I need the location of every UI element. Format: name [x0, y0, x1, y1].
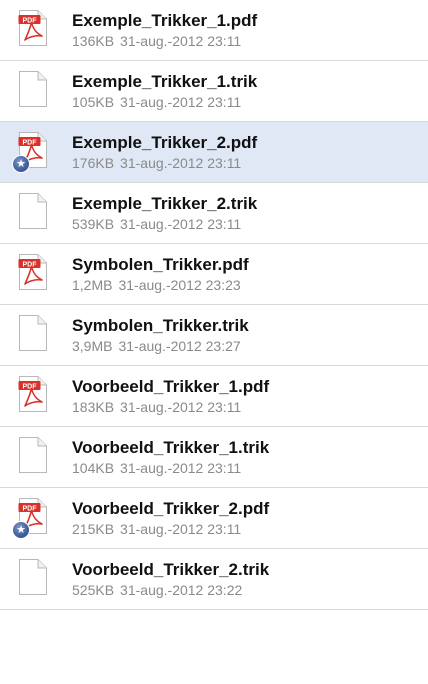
file-size: 136KB	[72, 32, 115, 49]
file-size: 176KB	[72, 154, 115, 171]
file-icon-wrap: PDF ★	[12, 131, 54, 173]
file-text: Symbolen_Trikker.pdf 1,2MB 31-aug.-2012 2…	[72, 255, 249, 294]
file-date: 31-aug.-2012 23:22	[120, 581, 243, 598]
file-meta: 1,2MB 31-aug.-2012 23:23	[72, 276, 249, 294]
file-size: 525KB	[72, 581, 115, 598]
file-size: 539KB	[72, 215, 115, 232]
file-size: 105KB	[72, 93, 115, 110]
file-date: 31-aug.-2012 23:11	[120, 398, 242, 415]
file-name: Exemple_Trikker_1.pdf	[72, 10, 258, 30]
file-date: 31-aug.-2012 23:23	[118, 276, 241, 293]
file-list: PDF Exemple_Trikker_1.pdf 136KB 31-aug.-2…	[0, 0, 428, 610]
file-meta: 136KB 31-aug.-2012 23:11	[72, 32, 257, 50]
file-date: 31-aug.-2012 23:11	[120, 520, 242, 537]
pdf-file-icon: PDF	[18, 10, 47, 46]
file-icon-wrap	[18, 70, 54, 112]
file-meta: 215KB 31-aug.-2012 23:11	[72, 520, 269, 538]
file-text: Voorbeeld_Trikker_1.pdf 183KB 31-aug.-201…	[72, 377, 269, 416]
file-size: 104KB	[72, 459, 115, 476]
file-meta: 105KB 31-aug.-2012 23:11	[72, 93, 257, 111]
blank-file-icon	[19, 559, 47, 595]
file-text: Exemple_Trikker_2.pdf 176KB 31-aug.-2012 …	[72, 133, 257, 172]
file-icon-wrap	[18, 192, 54, 234]
svg-text:PDF: PDF	[23, 384, 38, 391]
file-size: 3,9MB	[72, 337, 113, 354]
blank-file-icon	[19, 315, 47, 351]
file-row-2[interactable]: Exemple_Trikker_1.trik 105KB 31-aug.-2012…	[0, 61, 428, 122]
file-meta: 183KB 31-aug.-2012 23:11	[72, 398, 269, 416]
file-icon-wrap: PDF	[18, 9, 54, 51]
file-name: Voorbeeld_Trikker_2.trik	[72, 559, 270, 579]
file-meta: 3,9MB 31-aug.-2012 23:27	[72, 337, 249, 355]
file-name: Exemple_Trikker_1.trik	[72, 71, 258, 91]
file-name: Exemple_Trikker_2.trik	[72, 193, 258, 213]
file-date: 31-aug.-2012 23:11	[120, 93, 242, 110]
file-icon-wrap	[18, 558, 54, 600]
file-date: 31-aug.-2012 23:11	[120, 459, 242, 476]
file-row-9[interactable]: PDF ★ Voorbeeld_Trikker_2.pdf 215KB 31-aug…	[0, 488, 428, 549]
file-text: Exemple_Trikker_2.trik 539KB 31-aug.-2012…	[72, 194, 257, 233]
file-icon-wrap: PDF	[18, 253, 54, 295]
file-text: Exemple_Trikker_1.trik 105KB 31-aug.-2012…	[72, 72, 257, 111]
file-meta: 176KB 31-aug.-2012 23:11	[72, 154, 257, 172]
svg-text:PDF: PDF	[23, 140, 38, 147]
file-meta: 539KB 31-aug.-2012 23:11	[72, 215, 257, 233]
file-icon-wrap: PDF ★	[12, 497, 54, 539]
file-row-3[interactable]: PDF ★ Exemple_Trikker_2.pdf 176KB 31-aug.-…	[0, 122, 428, 183]
blank-file-icon	[19, 193, 47, 229]
file-text: Exemple_Trikker_1.pdf 136KB 31-aug.-2012 …	[72, 11, 257, 50]
file-row-10[interactable]: Voorbeeld_Trikker_2.trik 525KB 31-aug.-20…	[0, 549, 428, 610]
file-name: Exemple_Trikker_2.pdf	[72, 132, 258, 152]
file-row-8[interactable]: Voorbeeld_Trikker_1.trik 104KB 31-aug.-20…	[0, 427, 428, 488]
file-size: 1,2MB	[72, 276, 113, 293]
file-name: Voorbeeld_Trikker_1.trik	[72, 437, 270, 457]
blank-file-icon	[19, 437, 47, 473]
file-icon-wrap: PDF	[18, 375, 54, 417]
file-row-1[interactable]: PDF Exemple_Trikker_1.pdf 136KB 31-aug.-2…	[0, 0, 428, 61]
pdf-file-icon: PDF	[18, 254, 47, 290]
file-row-4[interactable]: Exemple_Trikker_2.trik 539KB 31-aug.-2012…	[0, 183, 428, 244]
svg-text:PDF: PDF	[23, 262, 38, 269]
file-name: Symbolen_Trikker.trik	[72, 315, 249, 335]
file-name: Voorbeeld_Trikker_2.pdf	[72, 498, 270, 518]
svg-text:PDF: PDF	[23, 18, 38, 25]
file-size: 215KB	[72, 520, 115, 537]
file-date: 31-aug.-2012 23:27	[118, 337, 241, 354]
file-name: Voorbeeld_Trikker_1.pdf	[72, 376, 270, 396]
favorite-star-icon: ★	[12, 155, 30, 173]
file-name: Symbolen_Trikker.pdf	[72, 254, 249, 274]
file-icon-wrap	[18, 436, 54, 478]
blank-file-icon	[19, 71, 47, 107]
file-size: 183KB	[72, 398, 115, 415]
file-date: 31-aug.-2012 23:11	[120, 215, 242, 232]
favorite-star-icon: ★	[12, 521, 30, 539]
file-text: Voorbeeld_Trikker_2.pdf 215KB 31-aug.-201…	[72, 499, 269, 538]
pdf-file-icon: PDF	[18, 376, 47, 412]
svg-text:PDF: PDF	[23, 506, 38, 513]
file-row-7[interactable]: PDF Voorbeeld_Trikker_1.pdf 183KB 31-aug.…	[0, 366, 428, 427]
file-meta: 525KB 31-aug.-2012 23:22	[72, 581, 269, 599]
file-row-5[interactable]: PDF Symbolen_Trikker.pdf 1,2MB 31-aug.-20…	[0, 244, 428, 305]
file-text: Symbolen_Trikker.trik 3,9MB 31-aug.-2012 …	[72, 316, 249, 355]
file-icon-wrap	[18, 314, 54, 356]
file-meta: 104KB 31-aug.-2012 23:11	[72, 459, 269, 477]
file-row-6[interactable]: Symbolen_Trikker.trik 3,9MB 31-aug.-2012 …	[0, 305, 428, 366]
file-date: 31-aug.-2012 23:11	[120, 32, 242, 49]
file-date: 31-aug.-2012 23:11	[120, 154, 242, 171]
file-text: Voorbeeld_Trikker_1.trik 104KB 31-aug.-20…	[72, 438, 269, 477]
file-text: Voorbeeld_Trikker_2.trik 525KB 31-aug.-20…	[72, 560, 269, 599]
